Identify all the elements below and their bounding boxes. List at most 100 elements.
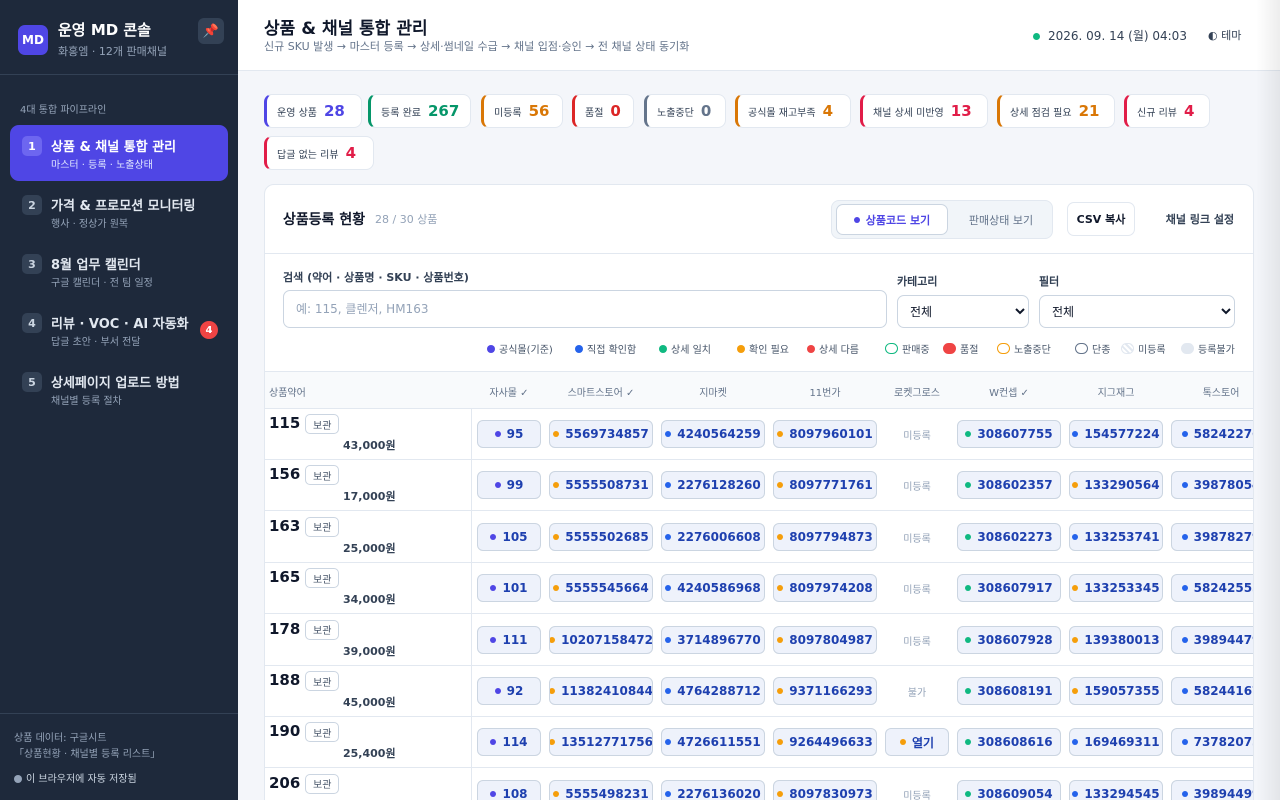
channel-code-chip[interactable]: 101	[477, 574, 541, 603]
csv-copy-button[interactable]: CSV 복사	[1067, 202, 1135, 236]
channel-code-chip[interactable]: 139380013	[1069, 625, 1163, 654]
channel-code-chip[interactable]: 5555508731	[549, 471, 653, 500]
channel-code-chip[interactable]: 4764288712	[661, 677, 765, 705]
column-header[interactable]: 스마트스토어 ✓	[549, 384, 653, 399]
channel-code-chip[interactable]: 308602273	[957, 522, 1061, 551]
channel-code-chip[interactable]: 114	[477, 728, 541, 757]
sidebar-item-3[interactable]: 3 8월 업무 캘린더 구글 캘린더 · 전 팀 일정	[10, 243, 228, 299]
channel-code-chip[interactable]: 10207158472	[549, 625, 653, 654]
channel-code-chip[interactable]: 308609054	[957, 779, 1061, 800]
channel-code-chip[interactable]: 154577224	[1069, 420, 1163, 448]
channel-code-chip[interactable]: 5555498231	[549, 779, 653, 800]
channel-code-chip[interactable]: 111	[477, 625, 541, 654]
theme-toggle-button[interactable]: ◐ 테마	[1208, 27, 1241, 43]
channel-code-chip[interactable]: 11382410844	[549, 677, 653, 705]
channel-code-chip[interactable]: 8097771761	[773, 471, 877, 500]
channel-code-chip[interactable]: 4726611551	[661, 728, 765, 757]
stat-card[interactable]: 신규 리뷰 4	[1124, 94, 1210, 128]
channel-code-chip[interactable]: 39894499	[1171, 779, 1253, 800]
channel-code-chip[interactable]: 99	[477, 471, 541, 500]
column-header[interactable]: 톡스토어	[1171, 384, 1253, 399]
channel-code-chip[interactable]: 95	[477, 420, 541, 448]
sidebar-item-1[interactable]: 1 상품 & 채널 통합 관리 마스터 · 등록 · 노출상태	[10, 125, 228, 181]
channel-code-chip[interactable]: 133290564	[1069, 471, 1163, 500]
column-header[interactable]: 지그재그	[1069, 384, 1163, 399]
channel-code-chip[interactable]: 8097974208	[773, 574, 877, 603]
product-code[interactable]: 163	[269, 517, 300, 535]
filter-select[interactable]: 전체	[1039, 295, 1235, 328]
channel-code-chip[interactable]: 133253345	[1069, 574, 1163, 603]
channel-code-chip[interactable]: 58242276	[1171, 420, 1253, 448]
view-status-button[interactable]: 판매상태 보기	[952, 204, 1050, 235]
category-select[interactable]: 전체	[897, 295, 1029, 328]
stat-card[interactable]: 등록 완료 267	[368, 94, 471, 128]
sidebar-footer: 상품 데이터: 구글시트 「상품현황 · 채널별 등록 리스트」 이 브라우저에…	[0, 713, 238, 800]
channel-code-chip[interactable]: 308607917	[957, 574, 1061, 603]
channel-code-chip[interactable]: 39894479	[1171, 625, 1253, 654]
channel-code-chip[interactable]: 39878279	[1171, 522, 1253, 551]
channel-code-chip[interactable]: 5555545664	[549, 574, 653, 603]
channel-code-chip[interactable]: 2276128260	[661, 471, 765, 500]
channel-code-chip[interactable]: 8097794873	[773, 522, 877, 551]
stat-card[interactable]: 상세 점검 필요 21	[997, 94, 1115, 128]
channel-code-chip[interactable]: 4240564259	[661, 420, 765, 448]
stat-card[interactable]: 운영 상품 28	[264, 94, 362, 128]
pin-icon[interactable]: 📌	[198, 18, 224, 44]
channel-code-chip[interactable]: 105	[477, 522, 541, 551]
column-header[interactable]: W컨셉 ✓	[957, 384, 1061, 399]
search-input[interactable]	[283, 290, 887, 328]
stat-card[interactable]: 답글 없는 리뷰 4	[264, 136, 374, 170]
channel-code-chip[interactable]: 열기	[885, 728, 949, 757]
channel-code-chip[interactable]: 308607928	[957, 625, 1061, 654]
channel-code-chip[interactable]: 58244167	[1171, 677, 1253, 705]
channel-code-chip[interactable]: 308602357	[957, 471, 1061, 500]
channel-code-chip[interactable]: 39878054	[1171, 471, 1253, 500]
status-dot-icon	[1072, 790, 1079, 797]
channel-code-chip[interactable]: 9264496633	[773, 728, 877, 757]
stat-card[interactable]: 미등록 56	[481, 94, 563, 128]
sidebar-item-4[interactable]: 4 리뷰 · VOC · AI 자동화 답글 초안 · 부서 전달 4	[10, 302, 228, 358]
column-header[interactable]: 자사몰 ✓	[477, 384, 541, 399]
channel-code-chip[interactable]: 8097960101	[773, 420, 877, 448]
channel-code-chip[interactable]: 92	[477, 677, 541, 705]
channel-link-settings-button[interactable]: 채널 링크 설정	[1149, 202, 1251, 236]
stat-card[interactable]: 채널 상세 미반영 13	[860, 94, 988, 128]
column-header[interactable]: 지마켓	[661, 384, 765, 399]
product-code[interactable]: 188	[269, 671, 300, 689]
channel-code-chip[interactable]: 4240586968	[661, 574, 765, 603]
stat-card[interactable]: 품절 0	[572, 94, 634, 128]
column-header[interactable]: 11번가	[773, 384, 877, 399]
product-code[interactable]: 190	[269, 722, 300, 740]
channel-code-chip[interactable]: 159057355	[1069, 677, 1163, 705]
product-code[interactable]: 115	[269, 414, 300, 432]
channel-code-chip[interactable]: 13512771756	[549, 728, 653, 757]
channel-code-chip[interactable]: 8097830973	[773, 779, 877, 800]
product-code[interactable]: 156	[269, 465, 300, 483]
channel-code-chip[interactable]: 108	[477, 779, 541, 800]
channel-code-chip[interactable]: 9371166293	[773, 677, 877, 705]
channel-code-chip[interactable]: 5555502685	[549, 522, 653, 551]
channel-code-chip[interactable]: 3714896770	[661, 625, 765, 654]
channel-code-chip[interactable]: 308607755	[957, 420, 1061, 448]
channel-code-chip[interactable]: 8097804987	[773, 625, 877, 654]
sidebar-item-5[interactable]: 5 상세페이지 업로드 방법 채널별 등록 절차	[10, 361, 228, 417]
channel-code-chip[interactable]: 308608191	[957, 677, 1061, 705]
product-code[interactable]: 165	[269, 568, 300, 586]
view-code-button[interactable]: 상품코드 보기	[836, 204, 948, 235]
column-header[interactable]: 상품약어	[269, 384, 306, 399]
channel-code-chip[interactable]: 169469311	[1069, 728, 1163, 757]
channel-code-chip[interactable]: 2276136020	[661, 779, 765, 800]
channel-code-chip[interactable]: 133294545	[1069, 779, 1163, 800]
channel-code-chip[interactable]: 73782075	[1171, 728, 1253, 757]
product-code[interactable]: 206	[269, 774, 300, 792]
stat-card[interactable]: 공식몰 재고부족 4	[735, 94, 851, 128]
channel-code-chip[interactable]: 2276006608	[661, 522, 765, 551]
sidebar-item-2[interactable]: 2 가격 & 프로모션 모니터링 행사 · 정상가 원복	[10, 184, 228, 240]
channel-code-chip[interactable]: 308608616	[957, 728, 1061, 757]
product-code[interactable]: 178	[269, 620, 300, 638]
channel-code-chip[interactable]: 5569734857	[549, 420, 653, 448]
channel-code-chip[interactable]: 133253741	[1069, 522, 1163, 551]
channel-code-chip[interactable]: 58242555	[1171, 574, 1253, 603]
stat-card[interactable]: 노출중단 0	[644, 94, 726, 128]
column-header[interactable]: 로켓그로스	[885, 384, 949, 399]
